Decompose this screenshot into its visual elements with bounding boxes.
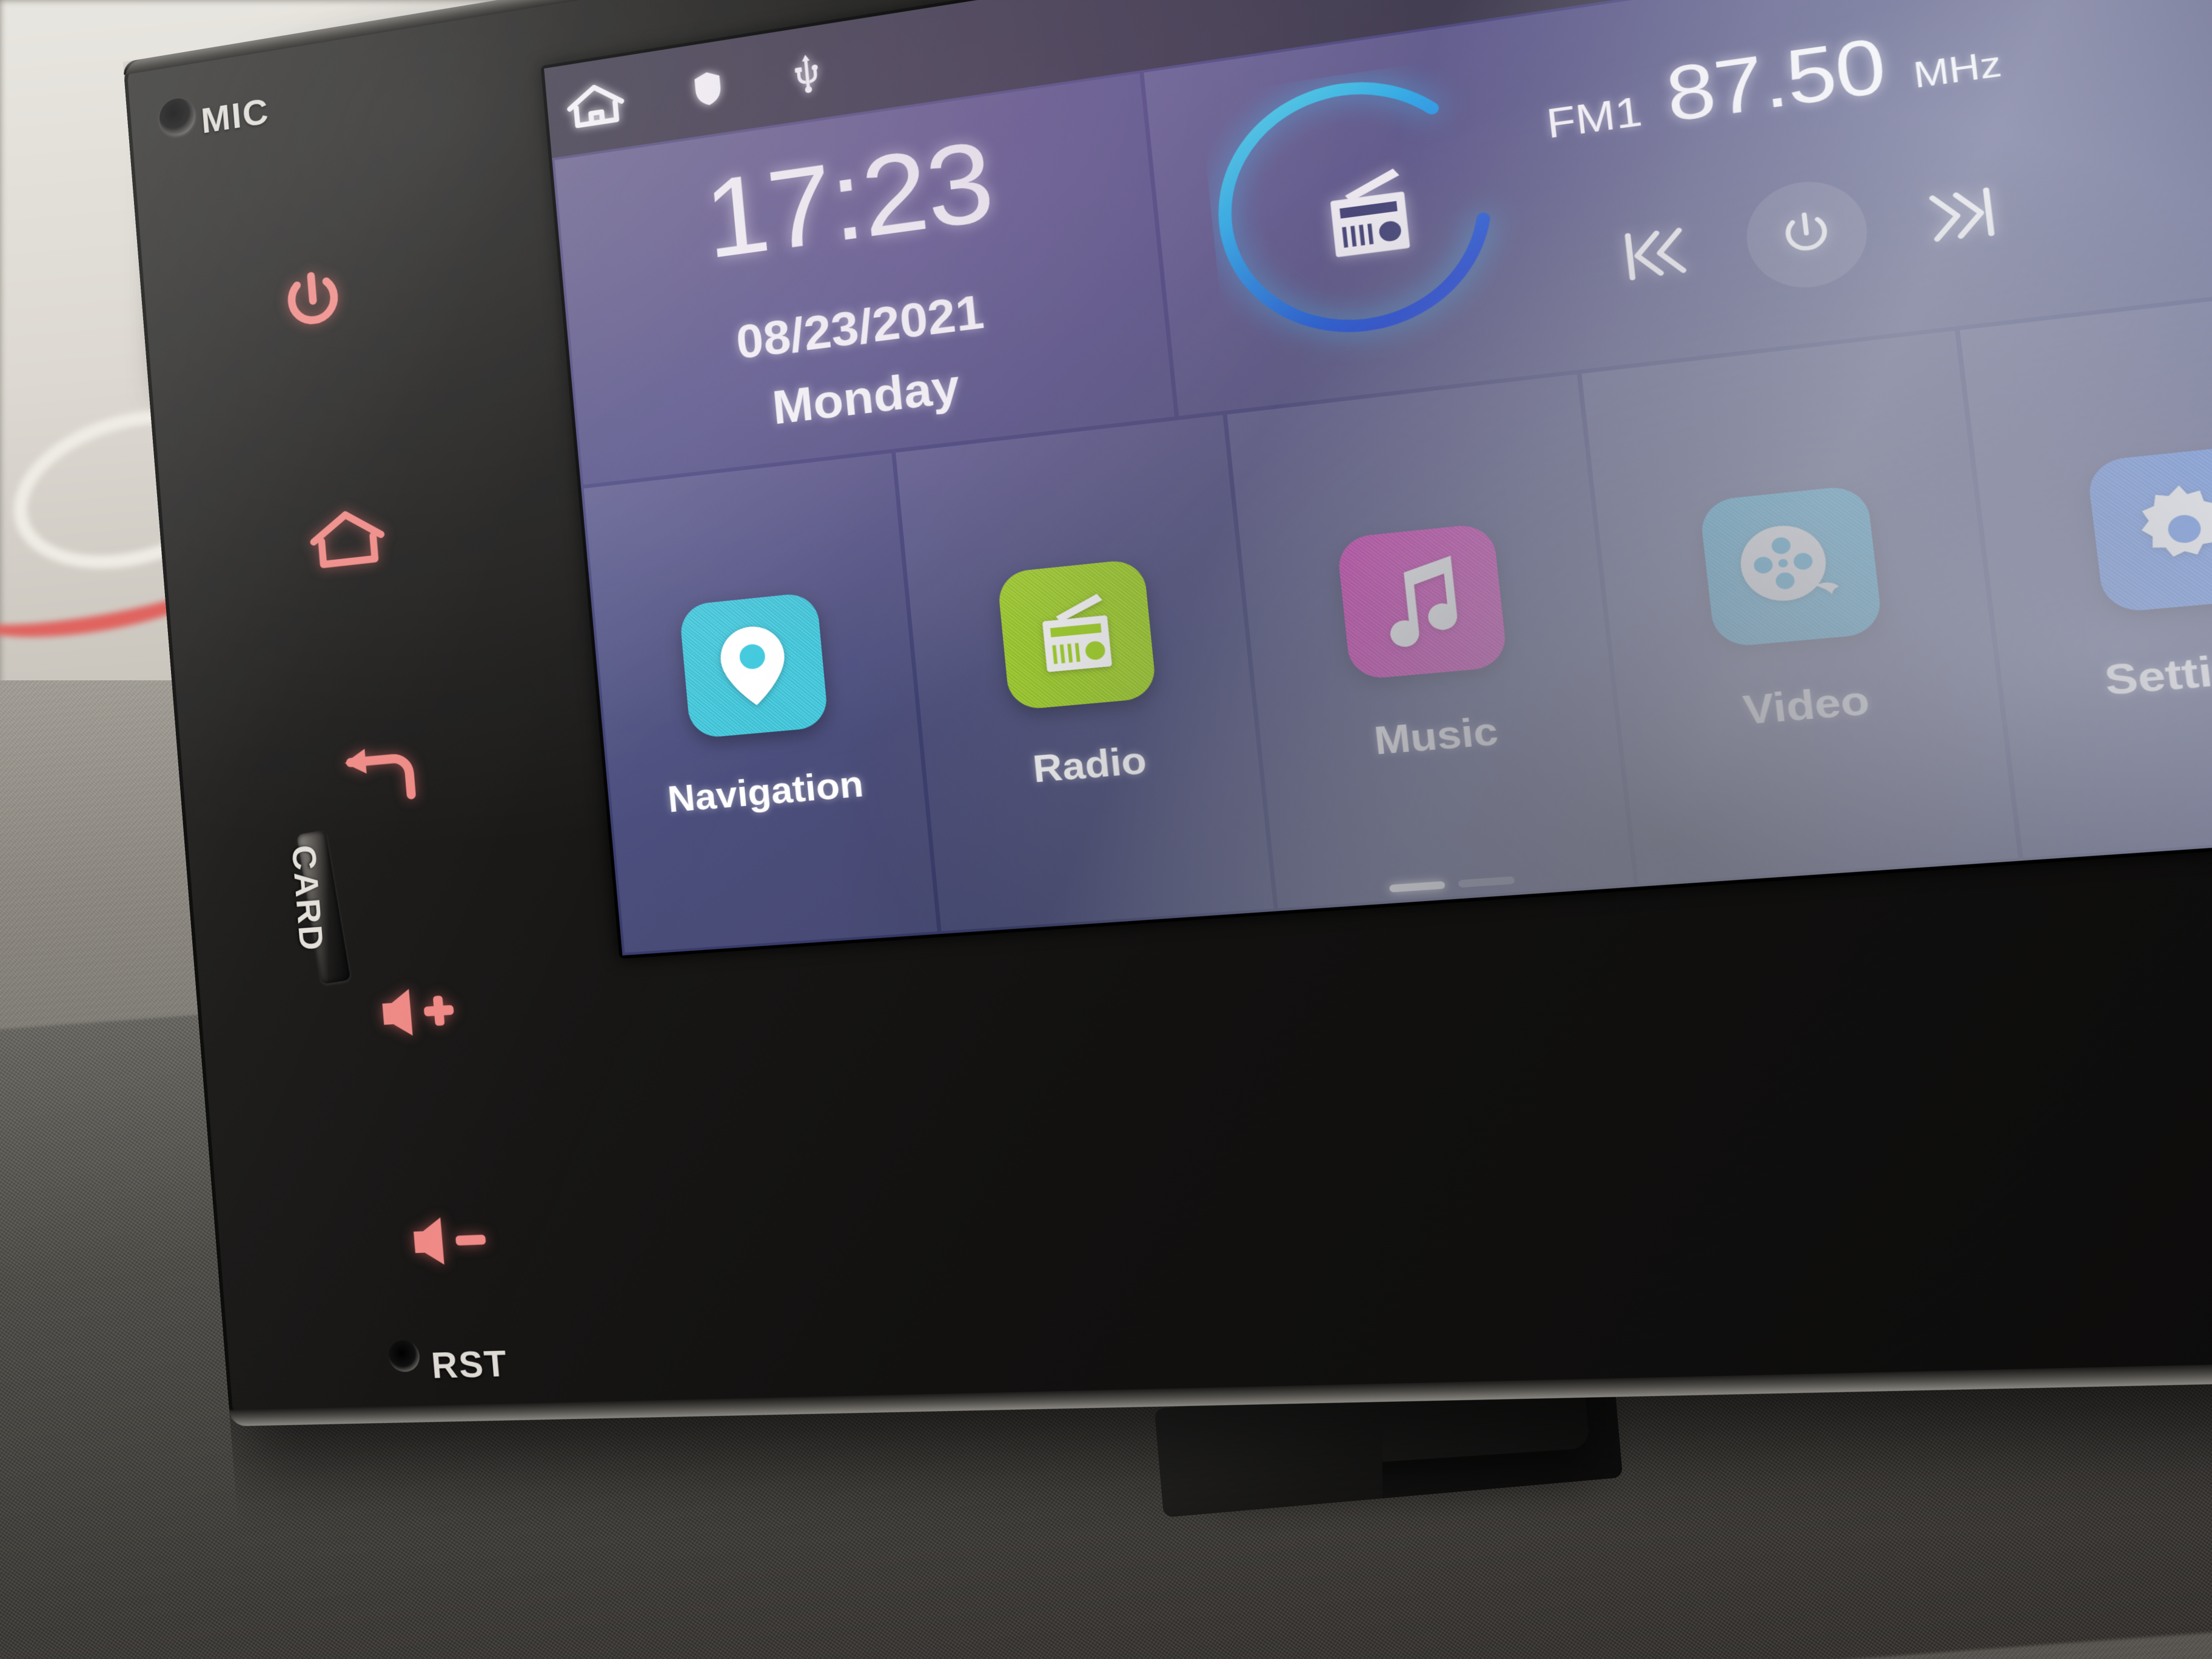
app-tile-video[interactable]: Video — [1581, 330, 2019, 884]
radio-power-button[interactable] — [1741, 174, 1873, 294]
volume-up-icon — [377, 980, 459, 1043]
app-tile-navigation[interactable]: Navigation — [583, 453, 937, 953]
radio-frequency: 87.50 — [1661, 21, 1890, 138]
volume-down-icon — [407, 1210, 491, 1272]
reset-label: RST — [429, 1342, 510, 1387]
settings-icon-bg — [2086, 443, 2212, 614]
music-note-icon — [1370, 551, 1473, 652]
bezel-volume-down-button[interactable] — [407, 1210, 491, 1272]
app-tile-radio[interactable]: Radio — [895, 415, 1274, 931]
radio-unit: MHz — [1911, 43, 2004, 96]
radio-controls — [1546, 118, 2212, 317]
radio-icon — [1309, 156, 1432, 275]
next-station-button[interactable] — [1923, 180, 2000, 250]
gear-icon — [2123, 476, 2212, 581]
clock-weekday: Monday — [770, 358, 962, 435]
previous-station-button[interactable] — [1619, 220, 1692, 287]
bezel-back-button[interactable] — [337, 739, 418, 810]
music-icon-bg — [1336, 522, 1509, 680]
app-label-music: Music — [1372, 708, 1500, 763]
clock-time: 17:23 — [700, 117, 998, 283]
display-frame: 17:23 08/23/2021 Monday FM1 87.50 MHz Na… — [540, 0, 2212, 959]
app-label-navigation: Navigation — [666, 762, 865, 820]
video-icon-bg — [1698, 484, 1883, 648]
back-arrow-icon — [337, 739, 418, 810]
navigation-icon-bg — [679, 591, 829, 739]
display-screen: 17:23 08/23/2021 Monday FM1 87.50 MHz Na… — [544, 0, 2212, 956]
radio-icon — [1025, 586, 1128, 683]
shield-icon — [692, 69, 724, 109]
location-pin-icon — [712, 620, 794, 711]
app-tile-music[interactable]: Music — [1227, 374, 1634, 908]
bezel-power-button[interactable] — [275, 263, 352, 343]
radio-info: FM1 87.50 MHz — [1517, 0, 2212, 319]
bezel-home-button[interactable] — [307, 504, 388, 576]
app-label-video: Video — [1740, 676, 1872, 733]
head-unit-body: MIC CARD RST 17:23 08/23/2021 Monday FM1… — [122, 0, 2212, 1427]
reset-pinhole[interactable] — [387, 1339, 421, 1373]
usb-icon — [791, 52, 823, 95]
radio-band: FM1 — [1544, 87, 1644, 147]
radio-frequency-display: FM1 87.50 MHz — [1530, 0, 2212, 157]
radio-app-icon-bg — [997, 558, 1158, 711]
bezel-volume-up-button[interactable] — [377, 980, 459, 1043]
radio-dial — [1199, 50, 1546, 379]
film-reel-icon — [1731, 515, 1849, 617]
mic-label: MIC — [199, 90, 271, 141]
app-label-radio: Radio — [1031, 738, 1148, 791]
home-icon[interactable] — [565, 78, 627, 134]
app-label-settings: Settings — [2102, 640, 2212, 704]
home-tile-grid: 17:23 08/23/2021 Monday FM1 87.50 MHz Na… — [552, 0, 2212, 956]
power-icon — [275, 263, 352, 343]
home-icon — [307, 504, 388, 576]
microphone-hole — [158, 95, 197, 138]
car-head-unit: MIC CARD RST 17:23 08/23/2021 Monday FM1… — [103, 0, 2212, 1518]
clock-date: 08/23/2021 — [734, 284, 987, 369]
